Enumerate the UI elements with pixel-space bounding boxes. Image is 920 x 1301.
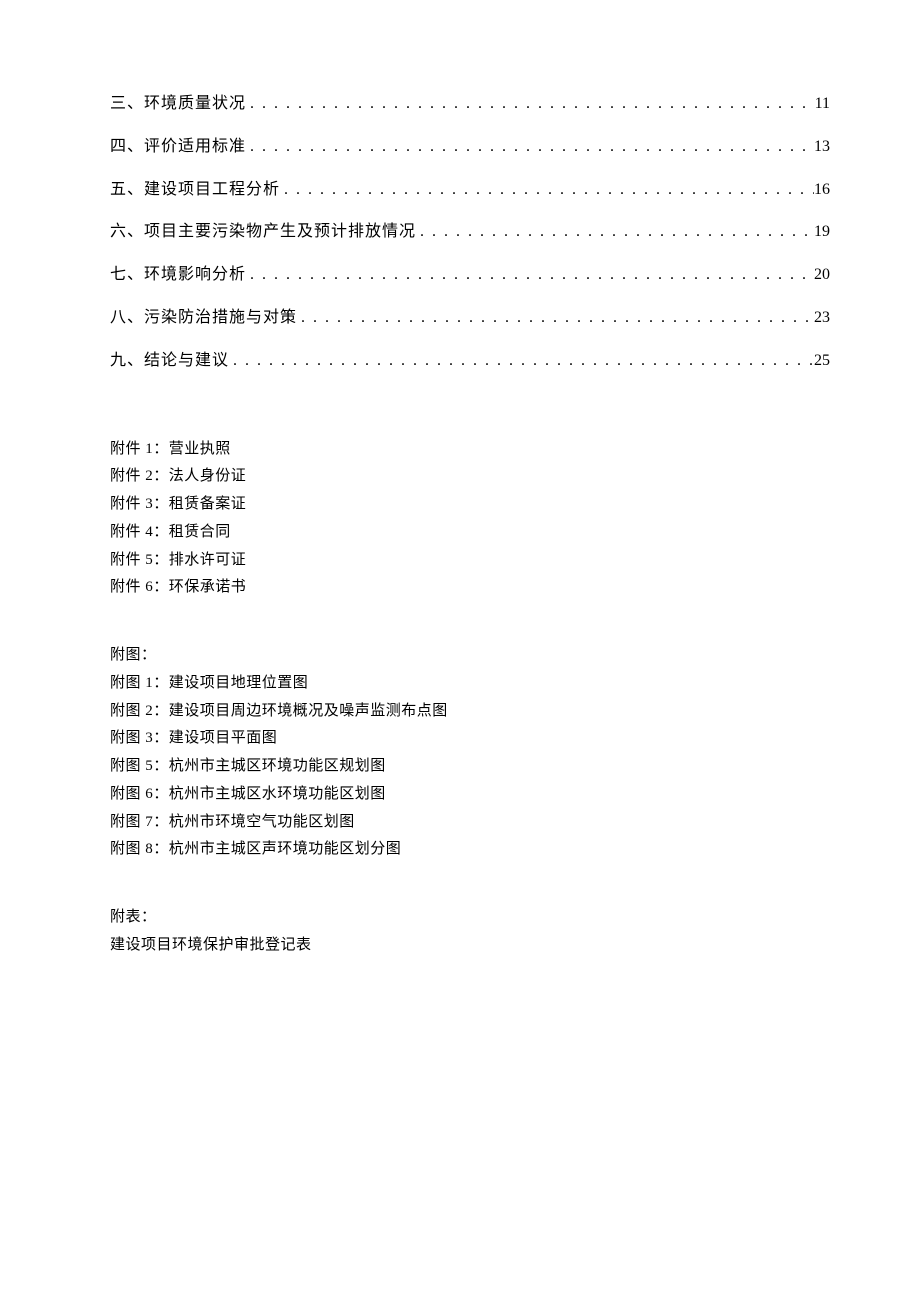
- attachments-list: 附件 1：营业执照 附件 2：法人身份证 附件 3：租赁备案证 附件 4：租赁合…: [110, 436, 830, 603]
- toc-dots: . . . . . . . . . . . . . . . . . . . . …: [246, 90, 815, 119]
- table-item: 建设项目环境保护审批登记表: [110, 932, 830, 960]
- figures-header: 附图：: [110, 642, 830, 670]
- toc-page: 13: [814, 133, 830, 162]
- toc-page: 20: [814, 261, 830, 290]
- toc-title[interactable]: 七、环境影响分析: [110, 261, 246, 290]
- table-of-contents: 三、环境质量状况 . . . . . . . . . . . . . . . .…: [110, 90, 830, 376]
- tables-header: 附表：: [110, 904, 830, 932]
- toc-page: 11: [815, 90, 830, 119]
- figure-item: 附图 7：杭州市环境空气功能区划图: [110, 809, 830, 837]
- toc-entry: 四、评价适用标准 . . . . . . . . . . . . . . . .…: [110, 133, 830, 162]
- toc-page: 23: [814, 304, 830, 333]
- toc-entry: 九、结论与建议 . . . . . . . . . . . . . . . . …: [110, 347, 830, 376]
- attachment-item: 附件 3：租赁备案证: [110, 491, 830, 519]
- toc-page: 19: [814, 218, 830, 247]
- figure-item: 附图 1：建设项目地理位置图: [110, 670, 830, 698]
- attachment-item: 附件 2：法人身份证: [110, 463, 830, 491]
- toc-entry: 三、环境质量状况 . . . . . . . . . . . . . . . .…: [110, 90, 830, 119]
- toc-dots: . . . . . . . . . . . . . . . . . . . . …: [416, 218, 814, 247]
- toc-entry: 七、环境影响分析 . . . . . . . . . . . . . . . .…: [110, 261, 830, 290]
- toc-page: 16: [814, 176, 830, 205]
- toc-title[interactable]: 三、环境质量状况: [110, 90, 246, 119]
- figure-item: 附图 8：杭州市主城区声环境功能区划分图: [110, 836, 830, 864]
- toc-dots: . . . . . . . . . . . . . . . . . . . . …: [229, 347, 814, 376]
- figure-item: 附图 6：杭州市主城区水环境功能区划图: [110, 781, 830, 809]
- toc-dots: . . . . . . . . . . . . . . . . . . . . …: [297, 304, 814, 333]
- toc-entry: 六、项目主要污染物产生及预计排放情况 . . . . . . . . . . .…: [110, 218, 830, 247]
- attachment-item: 附件 6：环保承诺书: [110, 574, 830, 602]
- toc-entry: 八、污染防治措施与对策 . . . . . . . . . . . . . . …: [110, 304, 830, 333]
- toc-entry: 五、建设项目工程分析 . . . . . . . . . . . . . . .…: [110, 176, 830, 205]
- toc-title[interactable]: 五、建设项目工程分析: [110, 176, 280, 205]
- toc-title[interactable]: 四、评价适用标准: [110, 133, 246, 162]
- figure-item: 附图 2：建设项目周边环境概况及噪声监测布点图: [110, 698, 830, 726]
- toc-page: 25: [814, 347, 830, 376]
- attachment-item: 附件 4：租赁合同: [110, 519, 830, 547]
- toc-title[interactable]: 六、项目主要污染物产生及预计排放情况: [110, 218, 416, 247]
- tables-list: 附表： 建设项目环境保护审批登记表: [110, 904, 830, 960]
- figures-list: 附图： 附图 1：建设项目地理位置图 附图 2：建设项目周边环境概况及噪声监测布…: [110, 642, 830, 864]
- toc-dots: . . . . . . . . . . . . . . . . . . . . …: [280, 176, 814, 205]
- figure-item: 附图 3：建设项目平面图: [110, 725, 830, 753]
- figure-item: 附图 5：杭州市主城区环境功能区规划图: [110, 753, 830, 781]
- toc-title[interactable]: 八、污染防治措施与对策: [110, 304, 297, 333]
- toc-title[interactable]: 九、结论与建议: [110, 347, 229, 376]
- attachment-item: 附件 5：排水许可证: [110, 547, 830, 575]
- toc-dots: . . . . . . . . . . . . . . . . . . . . …: [246, 261, 814, 290]
- attachment-item: 附件 1：营业执照: [110, 436, 830, 464]
- toc-dots: . . . . . . . . . . . . . . . . . . . . …: [246, 133, 814, 162]
